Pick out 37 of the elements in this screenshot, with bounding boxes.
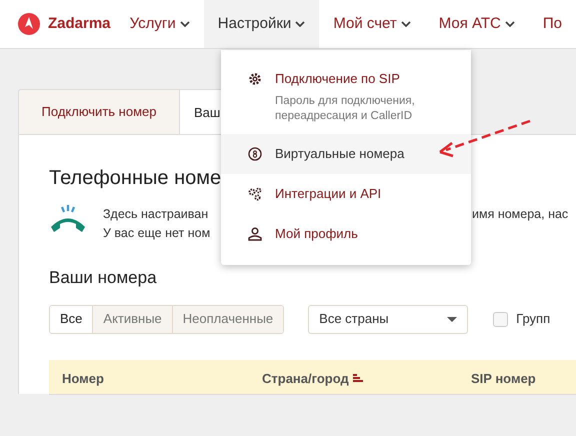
phone-icon <box>49 205 87 235</box>
tab[interactable]: Подключить номер <box>18 89 180 134</box>
arrow-icon <box>438 118 532 158</box>
intro-text: имя номера, нас <box>472 206 568 223</box>
country-select[interactable]: Все страны <box>308 304 468 334</box>
intro-text: Здесь настраиван <box>103 207 208 221</box>
nav-item[interactable]: Услуги <box>116 0 204 48</box>
person-icon <box>248 227 262 241</box>
menu-item-label: Интеграции и API <box>275 185 382 203</box>
checkbox[interactable] <box>493 312 508 326</box>
gear-icon <box>248 72 262 86</box>
column-header[interactable]: SIP номер <box>471 368 536 388</box>
menu-item-description: Пароль для подключения, переадресация и CallerID <box>275 94 416 124</box>
menu-item[interactable]: Виртуальные номера <box>221 134 471 174</box>
menu-item[interactable]: Мой профиль <box>221 214 471 254</box>
page-heading: Телефонные номе <box>49 166 222 191</box>
filter-button[interactable]: Активные <box>92 306 172 332</box>
nav-item[interactable]: Мой счет <box>319 0 425 48</box>
logo-icon <box>18 13 40 35</box>
column-header[interactable]: Страна/город <box>262 368 349 388</box>
menu-item-label: Мой профиль <box>275 225 358 243</box>
menu-item-label: Подключение по SIP <box>275 70 401 88</box>
gears-icon <box>248 187 262 201</box>
dropdown-arrow-icon <box>447 316 458 322</box>
numbered-circle-icon <box>248 147 262 161</box>
nav-item[interactable]: Моя АТС <box>424 0 529 48</box>
checkbox-label: Групп <box>516 310 550 328</box>
nav-item[interactable]: По <box>528 0 576 48</box>
menu-item[interactable]: Интеграции и API <box>221 174 471 214</box>
sort-icon[interactable] <box>352 374 363 382</box>
intro-text: У вас еще нет ном <box>103 225 210 242</box>
logo-text: Zadarma <box>48 14 111 34</box>
filter-button[interactable]: Неоплаченные <box>172 306 284 332</box>
nav-item[interactable]: Настройки <box>204 0 320 48</box>
menu-item-label: Виртуальные номера <box>275 145 404 163</box>
section-title: Ваши номера <box>49 267 158 289</box>
column-header[interactable]: Номер <box>62 368 104 388</box>
